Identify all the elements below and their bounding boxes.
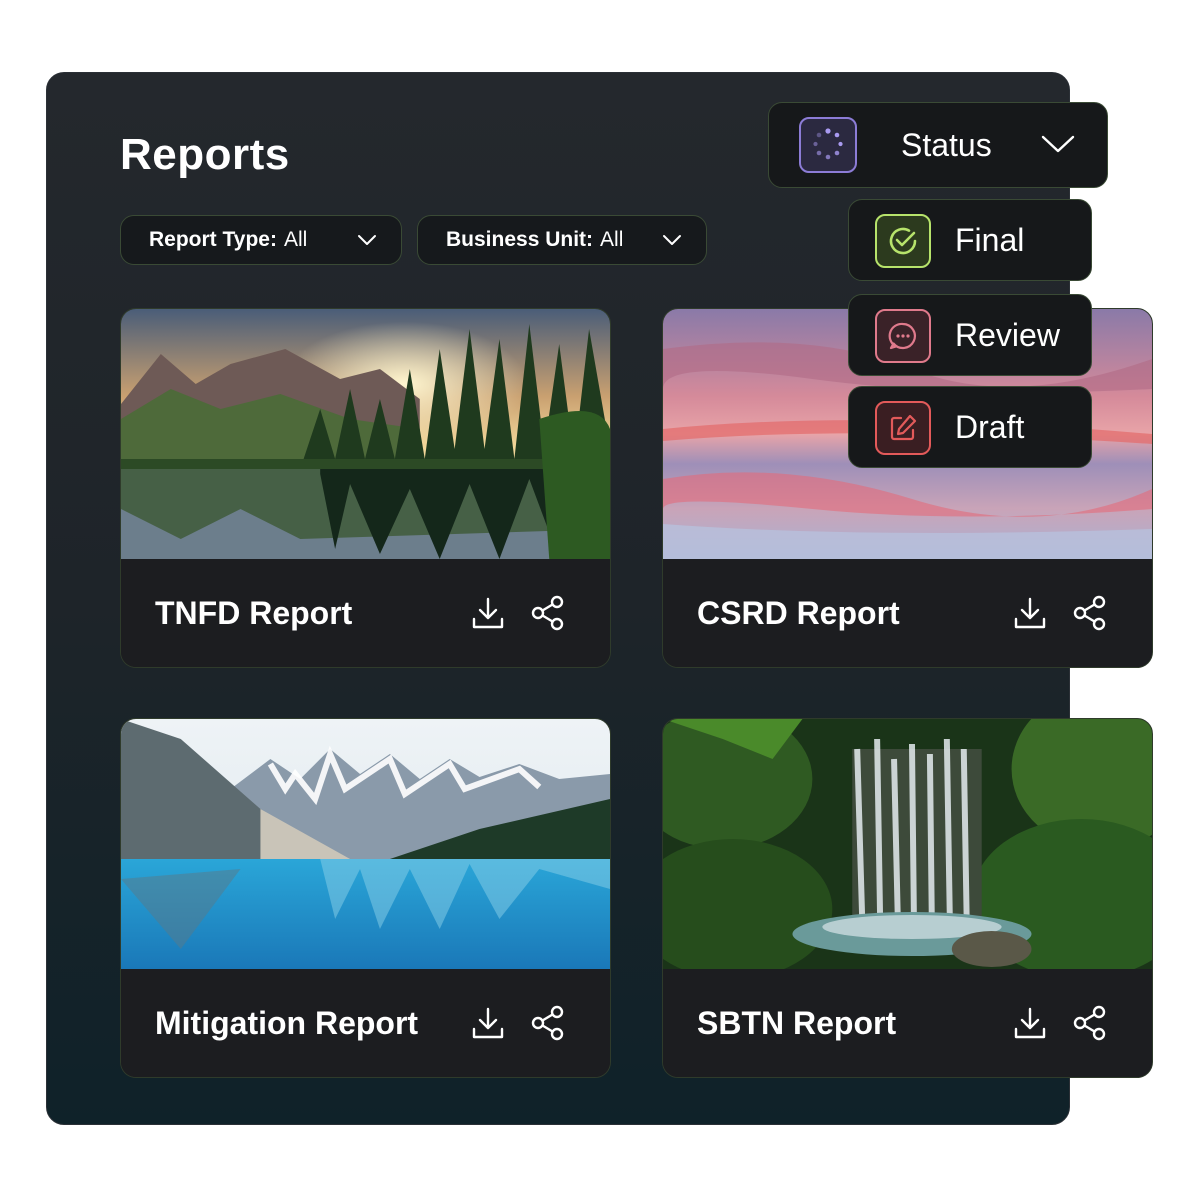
card-footer: SBTN Report [663, 969, 1152, 1077]
business-unit-filter[interactable]: Business Unit: All [417, 215, 707, 265]
filter-key: Report Type: [149, 228, 277, 251]
status-option-review[interactable]: Review [848, 294, 1092, 376]
report-image [121, 309, 610, 559]
card-footer: TNFD Report [121, 559, 610, 667]
status-option-label: Draft [955, 409, 1025, 445]
report-card[interactable]: SBTN Report [662, 718, 1153, 1078]
report-title: TNFD Report [155, 595, 353, 631]
status-dropdown[interactable]: Status [768, 102, 1108, 188]
chevron-down-icon [663, 235, 681, 245]
share-icon[interactable] [530, 1005, 566, 1041]
report-type-filter[interactable]: Report Type: All [120, 215, 402, 265]
filter-value: All [600, 228, 624, 251]
status-option-label: Final [955, 222, 1025, 258]
report-image [121, 719, 610, 969]
filter-value: All [283, 228, 308, 251]
report-title: CSRD Report [697, 595, 900, 631]
filter-key: Business Unit: [446, 228, 594, 251]
status-option-final[interactable]: Final [848, 199, 1092, 281]
loading-spinner-icon [799, 117, 857, 173]
status-label: Status [901, 127, 992, 163]
report-card[interactable]: Mitigation Report [120, 718, 611, 1078]
download-icon[interactable] [1012, 1005, 1048, 1041]
report-title: SBTN Report [697, 1005, 897, 1041]
report-title: Mitigation Report [155, 1005, 419, 1041]
download-icon[interactable] [470, 1005, 506, 1041]
page-title: Reports [120, 130, 290, 179]
check-circle-icon [875, 214, 931, 268]
share-icon[interactable] [1072, 1005, 1108, 1041]
chevron-down-icon [358, 235, 376, 245]
report-image [663, 719, 1152, 969]
download-icon[interactable] [470, 595, 506, 631]
status-option-label: Review [955, 317, 1060, 353]
chat-bubble-icon [875, 309, 931, 363]
download-icon[interactable] [1012, 595, 1048, 631]
card-footer: Mitigation Report [121, 969, 610, 1077]
share-icon[interactable] [1072, 595, 1108, 631]
chevron-down-icon [1041, 135, 1075, 153]
share-icon[interactable] [530, 595, 566, 631]
edit-icon [875, 401, 931, 455]
card-footer: CSRD Report [663, 559, 1152, 667]
report-card[interactable]: TNFD Report [120, 308, 611, 668]
status-option-draft[interactable]: Draft [848, 386, 1092, 468]
